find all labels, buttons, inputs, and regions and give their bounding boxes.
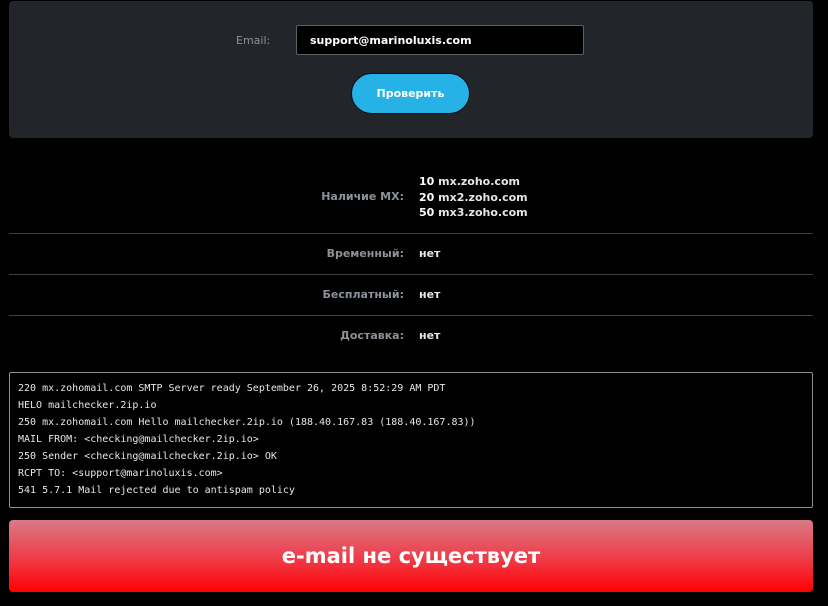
temporary-label: Временный: bbox=[326, 247, 404, 260]
email-label: Email: bbox=[236, 34, 271, 47]
temporary-value: нет bbox=[419, 247, 441, 260]
mx-record: 50 mx3.zoho.com bbox=[419, 205, 528, 221]
delivery-value: нет bbox=[419, 329, 441, 342]
email-check-form: Email: Проверить bbox=[9, 1, 813, 138]
mx-label: Наличие MX: bbox=[321, 190, 404, 203]
log-line: RCPT TO: <support@marinoluxis.com> bbox=[18, 468, 223, 479]
log-line: 250 Sender <checking@mailchecker.2ip.io>… bbox=[18, 451, 277, 462]
verdict-banner: e-mail не существует bbox=[9, 520, 813, 592]
free-label: Бесплатный: bbox=[322, 288, 404, 301]
email-input[interactable] bbox=[296, 25, 584, 55]
free-row: Бесплатный: нет bbox=[9, 275, 813, 316]
mx-record: 20 mx2.zoho.com bbox=[419, 190, 528, 206]
free-value: нет bbox=[419, 288, 441, 301]
log-line: HELO mailchecker.2ip.io bbox=[18, 400, 157, 411]
delivery-row: Доставка: нет bbox=[9, 316, 813, 356]
smtp-log: 220 mx.zohomail.com SMTP Server ready Se… bbox=[9, 372, 813, 508]
delivery-label: Доставка: bbox=[340, 329, 404, 342]
log-line: MAIL FROM: <checking@mailchecker.2ip.io> bbox=[18, 434, 259, 445]
log-line: 250 mx.zohomail.com Hello mailchecker.2i… bbox=[18, 417, 476, 428]
mx-host: mx.zoho.com bbox=[438, 175, 520, 188]
mx-priority: 50 bbox=[419, 206, 435, 219]
mx-host: mx2.zoho.com bbox=[438, 190, 528, 204]
mx-priority: 10 bbox=[419, 175, 435, 188]
log-line: 541 5.7.1 Mail rejected due to antispam … bbox=[18, 485, 295, 496]
mx-records: 10 mx.zoho.com 20 mx2.zoho.com 50 mx3.zo… bbox=[419, 174, 528, 221]
mx-record: 10 mx.zoho.com bbox=[419, 174, 528, 190]
check-button[interactable]: Проверить bbox=[351, 73, 470, 114]
temporary-row: Временный: нет bbox=[9, 234, 813, 275]
mx-priority: 20 bbox=[419, 190, 435, 204]
mx-row: Наличие MX: 10 mx.zoho.com 20 mx2.zoho.c… bbox=[9, 164, 813, 234]
mx-host: mx3.zoho.com bbox=[438, 206, 528, 219]
results-table: Наличие MX: 10 mx.zoho.com 20 mx2.zoho.c… bbox=[9, 164, 813, 356]
log-line: 220 mx.zohomail.com SMTP Server ready Se… bbox=[18, 383, 446, 394]
